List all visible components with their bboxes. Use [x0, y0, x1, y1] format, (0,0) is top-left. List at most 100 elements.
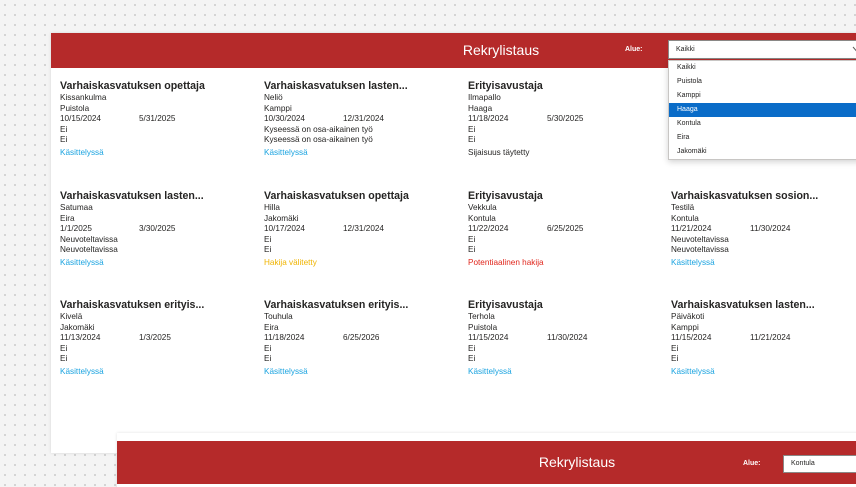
job-status: Käsittelyssä [60, 147, 104, 157]
header-bar-secondary: Rekrylistaus Alue: Kontula [117, 441, 856, 484]
job-dates: 11/22/2024 6/25/2025 [468, 224, 658, 235]
job-start-date: 11/13/2024 [60, 333, 101, 343]
job-title: Varhaiskasvatuksen opettaja [264, 190, 409, 202]
job-end-date: 5/31/2025 [139, 114, 176, 124]
job-detail: Ei [468, 135, 476, 145]
job-end-date: 12/31/2024 [343, 224, 384, 234]
job-detail: Neuvoteltavissa [671, 234, 729, 244]
job-status: Käsittelyssä [264, 147, 308, 157]
job-status: Käsittelyssä [60, 257, 104, 267]
job-detail: Ei [468, 124, 476, 134]
job-detail: Ei [264, 234, 272, 244]
area-select[interactable]: Kaikki [668, 40, 856, 59]
job-unit: Päiväkoti [671, 312, 705, 321]
job-dates: 11/15/2024 11/21/2024 [671, 333, 856, 344]
job-detail: Ei [671, 343, 679, 353]
area-select-value: Kaikki [676, 46, 695, 53]
area-select-secondary[interactable]: Kontula [783, 455, 856, 473]
job-area: Kontula [468, 213, 496, 223]
job-dates: 10/30/2024 12/31/2024 [264, 114, 454, 125]
dropdown-option-selected[interactable]: Haaga [669, 103, 856, 117]
job-card[interactable]: Varhaiskasvatuksen erityis... Touhula Ei… [264, 298, 454, 378]
job-detail: Ei [468, 245, 476, 255]
job-card[interactable]: Varhaiskasvatuksen lasten... Satumaa Eir… [60, 189, 250, 269]
job-end-date: 1/3/2025 [139, 333, 171, 343]
job-card[interactable]: Varhaiskasvatuksen lasten... Neliö Kampp… [264, 79, 454, 159]
job-card[interactable]: Erityisavustaja Vekkula Kontula 11/22/20… [468, 189, 658, 269]
job-status: Potentiaalinen hakija [468, 257, 544, 267]
dropdown-option[interactable]: Jakomäki [669, 145, 856, 159]
job-area: Jakomäki [264, 213, 299, 223]
job-unit: Kivelä [60, 312, 83, 321]
job-dates: 10/17/2024 12/31/2024 [264, 224, 454, 235]
job-start-date: 1/1/2025 [60, 224, 92, 234]
job-detail: Ei [60, 354, 68, 364]
job-detail: Ei [60, 135, 68, 145]
dropdown-option[interactable]: Puistola [669, 75, 856, 89]
job-card[interactable]: Erityisavustaja Terhola Puistola 11/15/2… [468, 298, 658, 378]
job-dates: 11/15/2024 11/30/2024 [468, 333, 658, 344]
job-status: Käsittelyssä [671, 366, 715, 376]
job-end-date: 5/30/2025 [547, 114, 584, 124]
job-card[interactable]: Erityisavustaja Ilmapallo Haaga 11/18/20… [468, 79, 658, 159]
job-unit: Satumaa [60, 203, 93, 212]
dropdown-option[interactable]: Kaikki [669, 61, 856, 75]
area-filter-label-secondary: Alue: [743, 460, 761, 467]
page-title: Rekrylistaus [462, 42, 540, 58]
job-card[interactable]: Varhaiskasvatuksen lasten... Päiväkoti K… [671, 298, 856, 378]
job-start-date: 11/22/2024 [468, 224, 509, 234]
job-dates: 11/13/2024 1/3/2025 [60, 333, 250, 344]
job-card[interactable]: Varhaiskasvatuksen opettaja Kissankulma … [60, 79, 250, 159]
job-title: Varhaiskasvatuksen lasten... [264, 80, 408, 92]
job-card[interactable]: Varhaiskasvatuksen erityis... Kivelä Jak… [60, 298, 250, 378]
recruitment-list-card-secondary: Rekrylistaus Alue: Kontula [117, 433, 856, 487]
area-filter-label: Alue: [625, 46, 643, 53]
job-end-date: 12/31/2024 [343, 114, 384, 124]
job-area: Kamppi [671, 322, 699, 332]
job-detail: Ei [264, 354, 272, 364]
job-end-date: 11/30/2024 [750, 224, 791, 234]
dropdown-option[interactable]: Eira [669, 131, 856, 145]
job-end-date: 3/30/2025 [139, 224, 176, 234]
page-title-secondary: Rekrylistaus [538, 454, 616, 470]
job-unit: Testilä [671, 203, 695, 212]
job-status: Käsittelyssä [264, 366, 308, 376]
job-title: Varhaiskasvatuksen lasten... [60, 190, 204, 202]
job-start-date: 10/15/2024 [60, 114, 101, 124]
dropdown-option[interactable]: Kamppi [669, 89, 856, 103]
job-unit: Neliö [264, 93, 283, 102]
dropdown-option[interactable]: Kontula [669, 117, 856, 131]
job-detail: Ei [468, 354, 476, 364]
job-status: Käsittelyssä [60, 366, 104, 376]
job-detail: Ei [264, 245, 272, 255]
job-card[interactable]: Varhaiskasvatuksen opettaja Hilla Jakomä… [264, 189, 454, 269]
job-unit: Kissankulma [60, 93, 107, 102]
job-detail: Ei [264, 343, 272, 353]
job-detail: Neuvoteltavissa [60, 245, 118, 255]
job-area: Haaga [468, 103, 493, 113]
job-end-date: 6/25/2026 [343, 333, 380, 343]
job-status: Käsittelyssä [671, 257, 715, 267]
chevron-down-icon [852, 46, 856, 52]
job-dates: 11/18/2024 5/30/2025 [468, 114, 658, 125]
job-card[interactable]: Varhaiskasvatuksen sosion... Testilä Kon… [671, 189, 856, 269]
job-status: Hakija välitetty [264, 257, 317, 267]
job-detail: Neuvoteltavissa [671, 245, 729, 255]
job-end-date: 11/30/2024 [547, 333, 588, 343]
job-start-date: 11/15/2024 [671, 333, 712, 343]
area-dropdown-list: Kaikki Puistola Kamppi Haaga Kontula Eir… [668, 60, 856, 160]
job-start-date: 11/18/2024 [468, 114, 509, 124]
job-detail: Neuvoteltavissa [60, 234, 118, 244]
area-select-value-secondary: Kontula [791, 460, 815, 467]
job-area: Eira [264, 322, 279, 332]
job-detail: Kyseessä on osa-aikainen työ [264, 135, 373, 145]
job-unit: Hilla [264, 203, 280, 212]
job-dates: 11/18/2024 6/25/2026 [264, 333, 454, 344]
job-title: Varhaiskasvatuksen erityis... [264, 299, 409, 311]
job-title: Varhaiskasvatuksen sosion... [671, 190, 819, 202]
job-start-date: 10/30/2024 [264, 114, 305, 124]
job-end-date: 11/21/2024 [750, 333, 791, 343]
job-dates: 1/1/2025 3/30/2025 [60, 224, 250, 235]
job-title: Varhaiskasvatuksen erityis... [60, 299, 205, 311]
job-detail: Ei [468, 343, 476, 353]
